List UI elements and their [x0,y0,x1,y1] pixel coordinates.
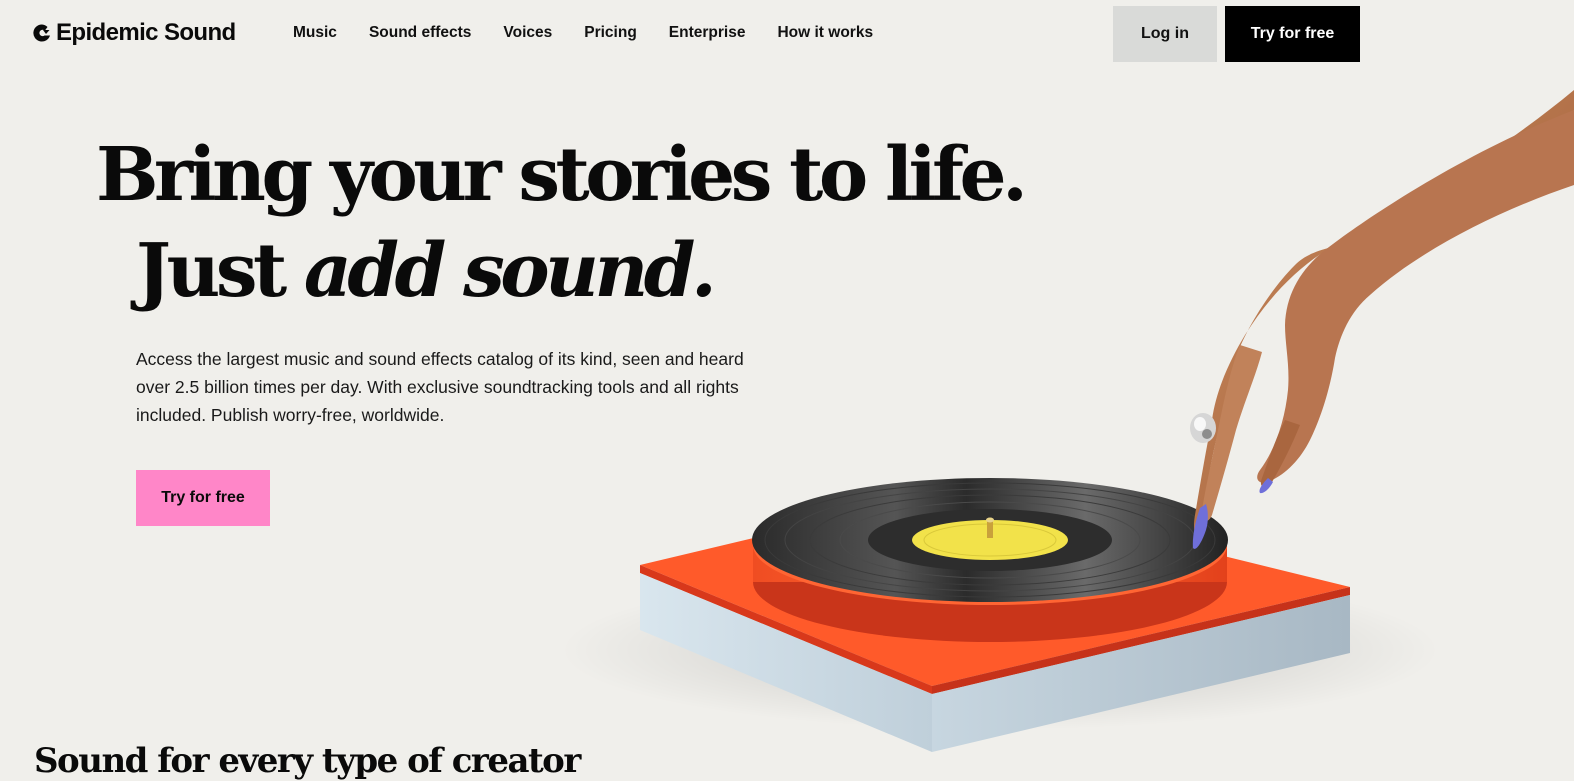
epidemic-sound-logo-icon [33,24,50,42]
try-for-free-header-button[interactable]: Try for free [1225,6,1360,62]
hero-headline-plain: Just [136,228,304,314]
brand-logo[interactable]: Epidemic Sound [33,18,236,48]
brand-name: Epidemic Sound [56,19,236,46]
nav-item-enterprise[interactable]: Enterprise [669,24,746,42]
nav-item-music[interactable]: Music [293,24,337,42]
login-button[interactable]: Log in [1113,6,1217,62]
site-header: Epidemic Sound Music Sound effects Voice… [0,0,1574,68]
nav-item-voices[interactable]: Voices [503,24,552,42]
try-for-free-hero-button[interactable]: Try for free [136,470,270,526]
next-section-heading: Sound for every type of creator [34,741,581,781]
nav-item-pricing[interactable]: Pricing [584,24,637,42]
nav-item-sound-effects[interactable]: Sound effects [369,24,471,42]
main-nav: Music Sound effects Voices Pricing Enter… [293,24,905,42]
nav-item-how-it-works[interactable]: How it works [777,24,873,42]
hand-back [1257,110,1574,483]
turntable-illustration [560,90,1574,752]
